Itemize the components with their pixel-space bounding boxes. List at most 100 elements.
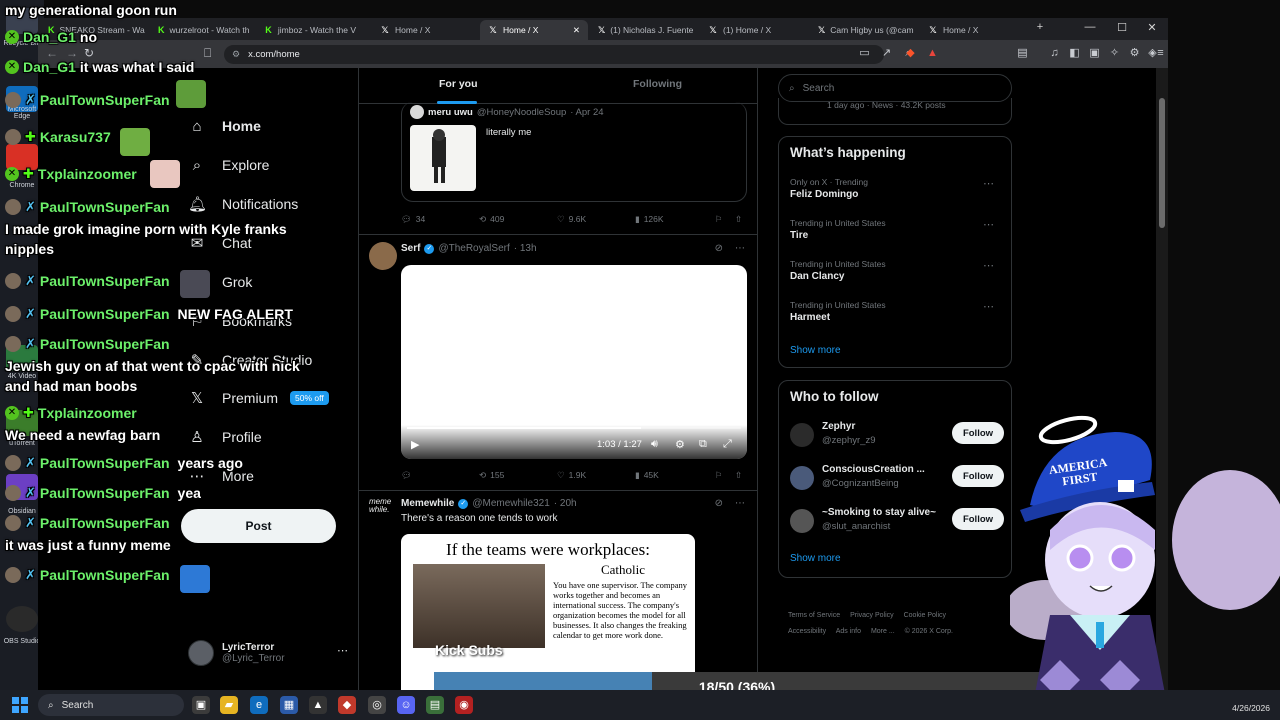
follow-button[interactable]: Follow <box>952 422 1004 444</box>
footer-link[interactable]: More ... <box>871 628 895 635</box>
app-icon[interactable]: ▤ <box>426 696 444 714</box>
search-input[interactable]: ⌕ Search <box>778 74 1012 102</box>
taskbar-date: 4/26/2026 <box>1232 703 1270 713</box>
discord-icon[interactable]: ☺ <box>397 696 415 714</box>
views-button[interactable]: ▮ 45K <box>635 470 659 481</box>
footer-link[interactable]: Accessibility <box>788 628 826 635</box>
tab-following[interactable]: Following <box>633 78 682 90</box>
start-button[interactable] <box>12 697 28 713</box>
trend-item[interactable]: Only on X · Trending Feliz Domingo ⋯ <box>790 177 1000 200</box>
bookmark-button[interactable]: ⚐ <box>715 214 723 225</box>
play-icon[interactable]: ▶ <box>411 438 419 451</box>
close-tab-icon[interactable]: ✕ <box>573 25 580 36</box>
show-more-link[interactable]: Show more <box>790 345 841 356</box>
brave-rewards-icon[interactable]: ▲ <box>926 47 939 60</box>
brave-icon[interactable]: ◆ <box>338 696 356 714</box>
app-icon[interactable]: ▲ <box>309 696 327 714</box>
browser-tab[interactable]: 𝕏 Cam Higby us (@cam <box>810 20 918 40</box>
maximize-icon[interactable]: ☐ <box>1114 21 1130 34</box>
more-icon[interactable]: ⋯ <box>983 218 994 231</box>
quoted-tweet[interactable]: meru uwu @HoneyNoodleSoup · Apr 24 liter… <box>401 102 747 202</box>
video-progress-bar[interactable] <box>407 427 741 429</box>
author-name[interactable]: Serf <box>401 243 420 254</box>
reply-button[interactable]: 💬︎ <box>401 470 416 481</box>
tab-for-you[interactable]: For you <box>439 78 478 90</box>
scrollbar-thumb[interactable] <box>1159 98 1165 228</box>
media-icon[interactable]: ♫ <box>1048 47 1061 60</box>
sword-badge-icon: ✗ <box>25 515 36 530</box>
obs-studio-icon[interactable] <box>6 606 38 632</box>
memewhile-avatar[interactable]: meme while. <box>369 498 397 514</box>
video-player[interactable]: ▶ 1:03 / 1:27 🔊︎ ⚙ ⧉ ⤢ <box>401 265 747 459</box>
bookmark-button[interactable]: ⚐ <box>715 470 723 481</box>
close-window-icon[interactable]: ✕ <box>1144 21 1160 34</box>
views-button[interactable]: ▮ 126K <box>635 214 664 225</box>
footer-link[interactable]: Ads info <box>836 628 861 635</box>
avatar[interactable] <box>369 242 397 270</box>
app-icon[interactable]: ◉ <box>455 696 473 714</box>
fullscreen-icon[interactable]: ⤢ <box>723 438 732 451</box>
new-tab-icon[interactable]: + <box>1032 21 1048 33</box>
quoted-tweet-image[interactable] <box>410 125 476 191</box>
browser-tab[interactable]: 𝕏 (1) Nicholas J. Fuente <box>590 20 698 40</box>
footer-link[interactable]: Privacy Policy <box>850 612 894 619</box>
brave-shields-icon[interactable]: ◆ <box>904 47 917 60</box>
screen-icon[interactable]: ▭ <box>858 47 871 60</box>
split-view-icon[interactable]: ◧ <box>1068 47 1081 60</box>
repost-button[interactable]: ⟲ 155 <box>479 470 504 481</box>
settings-icon[interactable]: ⚙ <box>675 438 685 451</box>
follow-button[interactable]: Follow <box>952 508 1004 530</box>
meme-subtitle: Catholic <box>600 562 646 577</box>
trend-item[interactable]: Trending in United States Harmeet ⋯ <box>790 300 1000 323</box>
chrome-icon[interactable]: ◎ <box>368 696 386 714</box>
author-name[interactable]: Memewhile <box>401 498 454 509</box>
follow-suggestion[interactable]: ~Smoking to stay alive~ @slut_anarchist … <box>790 505 1004 537</box>
more-icon[interactable]: ⋯ <box>983 177 994 190</box>
grok-icon[interactable]: ⊘ <box>715 243 723 254</box>
pip-icon[interactable]: ⧉ <box>699 438 707 451</box>
grok-icon[interactable]: ⊘ <box>715 498 723 509</box>
file-explorer-icon[interactable]: ▰ <box>220 696 238 714</box>
settings-icon[interactable]: ⚙ <box>1128 47 1141 60</box>
browser-tab[interactable]: 𝕏 Home / X <box>372 20 480 40</box>
chat-message: ✕ Dan_G1 no <box>5 29 97 45</box>
follow-button[interactable]: Follow <box>952 465 1004 487</box>
share-button[interactable]: ⇧ <box>735 470 742 481</box>
browser-tab[interactable]: 𝕏 (1) Home / X <box>700 20 808 40</box>
more-icon[interactable]: ⋯ <box>983 259 994 272</box>
sidebar-icon[interactable]: ▤ <box>1016 47 1029 60</box>
more-icon[interactable]: ⋯ <box>735 243 745 254</box>
footer-link[interactable]: Terms of Service <box>788 612 840 619</box>
reply-button[interactable]: 💬︎ 34 <box>401 214 425 225</box>
extensions-icon[interactable]: ✧ <box>1108 47 1121 60</box>
wallet-icon[interactable]: ▣ <box>1088 47 1101 60</box>
footer-link[interactable]: Cookie Policy <box>904 612 946 619</box>
volume-icon[interactable]: 🔊︎ <box>651 438 658 451</box>
meme-image[interactable]: If the teams were workplaces: Catholic Y… <box>401 534 695 690</box>
edge-icon[interactable]: e <box>250 696 268 714</box>
like-button[interactable]: ♡ 1.9K <box>557 470 586 481</box>
follow-suggestion[interactable]: Zephyr @zephyr_z9 Follow <box>790 419 1004 451</box>
store-icon[interactable]: ▦ <box>280 696 298 714</box>
avatar <box>790 466 814 490</box>
taskbar-search[interactable]: ⌕ Search <box>38 694 184 716</box>
menu-icon[interactable]: ≡ <box>1154 47 1167 60</box>
chat-username: PaulTownSuperFan <box>39 306 170 322</box>
share-icon[interactable]: ↗ <box>880 47 893 60</box>
trend-item[interactable]: Trending in United States Tire ⋯ <box>790 218 1000 241</box>
account-switcher[interactable]: LyricTerror @Lyric_Terror ⋯ <box>188 636 348 670</box>
show-more-link[interactable]: Show more <box>790 553 841 564</box>
share-button[interactable]: ⇧ <box>735 214 742 225</box>
more-icon[interactable]: ⋯ <box>983 300 994 313</box>
task-view-icon[interactable]: ▣ <box>192 696 210 714</box>
browser-tab-active[interactable]: 𝕏 Home / X ✕ <box>480 20 588 40</box>
like-button[interactable]: ♡ 9.6K <box>557 214 586 225</box>
browser-tab[interactable]: 𝕏 Home / X <box>920 20 1028 40</box>
trend-item[interactable]: Trending in United States Dan Clancy ⋯ <box>790 259 1000 282</box>
follow-suggestion[interactable]: ConsciousCreation ... @CognizantBeing Fo… <box>790 462 1004 494</box>
share-icon: ⇧ <box>735 469 743 480</box>
repost-button[interactable]: ⟲ 409 <box>479 214 504 225</box>
minimize-icon[interactable]: — <box>1082 21 1098 33</box>
more-icon[interactable]: ⋯ <box>735 498 745 509</box>
news-item[interactable]: 1 day ago · News · 43.2K posts <box>778 98 1012 125</box>
